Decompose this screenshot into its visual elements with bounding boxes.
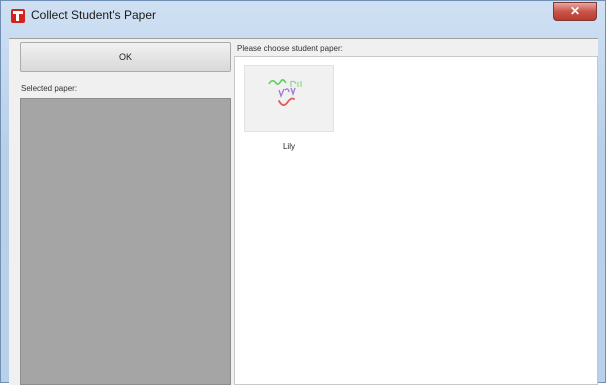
right-panel: Please choose student paper: Lily	[234, 39, 598, 385]
window-title: Collect Student's Paper	[31, 8, 157, 22]
left-panel: OK Selected paper:	[9, 39, 233, 385]
close-button[interactable]: ✕	[553, 2, 597, 21]
title-bar[interactable]: Collect Student's Paper ✕	[1, 1, 605, 29]
paper-card-lily[interactable]: Lily	[244, 65, 334, 151]
dialog-content: OK Selected paper: Please choose student…	[9, 38, 598, 385]
selected-paper-area[interactable]	[20, 98, 231, 385]
paper-student-name: Lily	[282, 142, 295, 151]
paper-preview-icon	[268, 79, 302, 106]
selected-paper-label: Selected paper:	[21, 84, 78, 93]
app-logo-icon	[11, 9, 25, 23]
ok-button[interactable]: OK	[20, 42, 231, 72]
paper-list[interactable]: Lily	[234, 56, 598, 385]
paper-thumbnail[interactable]	[244, 65, 334, 132]
choose-paper-label: Please choose student paper:	[237, 44, 343, 53]
dialog-window: Collect Student's Paper ✕ OK Selected pa…	[0, 0, 606, 385]
